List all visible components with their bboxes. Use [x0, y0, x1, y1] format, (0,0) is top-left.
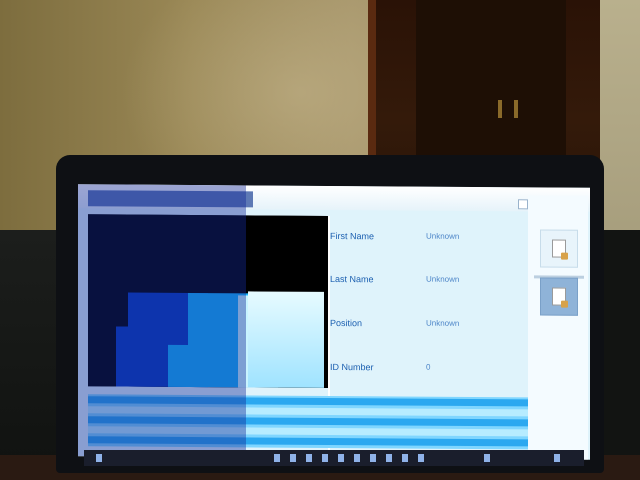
taskbar-icon[interactable] — [306, 454, 312, 462]
taskbar-icon[interactable] — [322, 454, 328, 462]
taskbar-icon[interactable] — [370, 454, 376, 462]
taskbar-icon[interactable] — [354, 454, 360, 462]
taskbar-icon[interactable] — [402, 454, 408, 462]
laptop-screen: First Name Unknown Last Name Unknown Pos… — [78, 184, 590, 460]
taskbar-icon[interactable] — [484, 454, 490, 462]
field-value: 0 — [426, 362, 431, 372]
image-shape — [168, 344, 208, 388]
details-pane: First Name Unknown Last Name Unknown Pos… — [330, 216, 526, 389]
field-label: Position — [330, 317, 363, 329]
document-icon — [552, 239, 566, 258]
table-row[interactable] — [88, 406, 528, 417]
taskbar-icon[interactable] — [96, 454, 102, 462]
window-titlebar — [78, 184, 590, 212]
field-value: Unknown — [426, 318, 460, 328]
field-label: First Name — [330, 230, 375, 242]
side-toolbar — [528, 195, 588, 460]
door-panel — [416, 0, 566, 175]
field-row-id-number: ID Number 0 — [330, 362, 526, 377]
right-wall — [600, 0, 640, 240]
document-button[interactable] — [540, 229, 578, 268]
field-row-first-name: First Name Unknown — [330, 231, 526, 246]
document-button-active[interactable] — [540, 277, 578, 316]
close-icon[interactable] — [518, 199, 528, 210]
desk-right — [598, 230, 640, 480]
field-row-last-name: Last Name Unknown — [330, 274, 526, 289]
table-row[interactable] — [88, 416, 528, 427]
field-label: Last Name — [330, 273, 374, 285]
table-row[interactable] — [88, 396, 528, 407]
taskbar-icon[interactable] — [554, 454, 560, 462]
image-preview — [88, 214, 328, 388]
field-label: ID Number — [330, 361, 374, 373]
field-value: Unknown — [426, 231, 460, 241]
taskbar — [84, 450, 584, 466]
field-value: Unknown — [426, 274, 460, 284]
taskbar-icon[interactable] — [274, 454, 280, 462]
titlebar-region — [88, 190, 253, 208]
table-row[interactable] — [88, 426, 528, 437]
field-row-position: Position Unknown — [330, 318, 526, 333]
door-handle-left — [498, 100, 502, 118]
image-bright-region — [248, 291, 324, 388]
taskbar-icon[interactable] — [418, 454, 424, 462]
table-row[interactable] — [88, 436, 528, 447]
image-shape — [116, 326, 156, 387]
taskbar-icon[interactable] — [338, 454, 344, 462]
records-grid[interactable] — [88, 394, 528, 450]
document-icon — [552, 287, 566, 306]
taskbar-icon[interactable] — [386, 454, 392, 462]
taskbar-icon[interactable] — [290, 454, 296, 462]
door-handle-right — [514, 100, 518, 118]
